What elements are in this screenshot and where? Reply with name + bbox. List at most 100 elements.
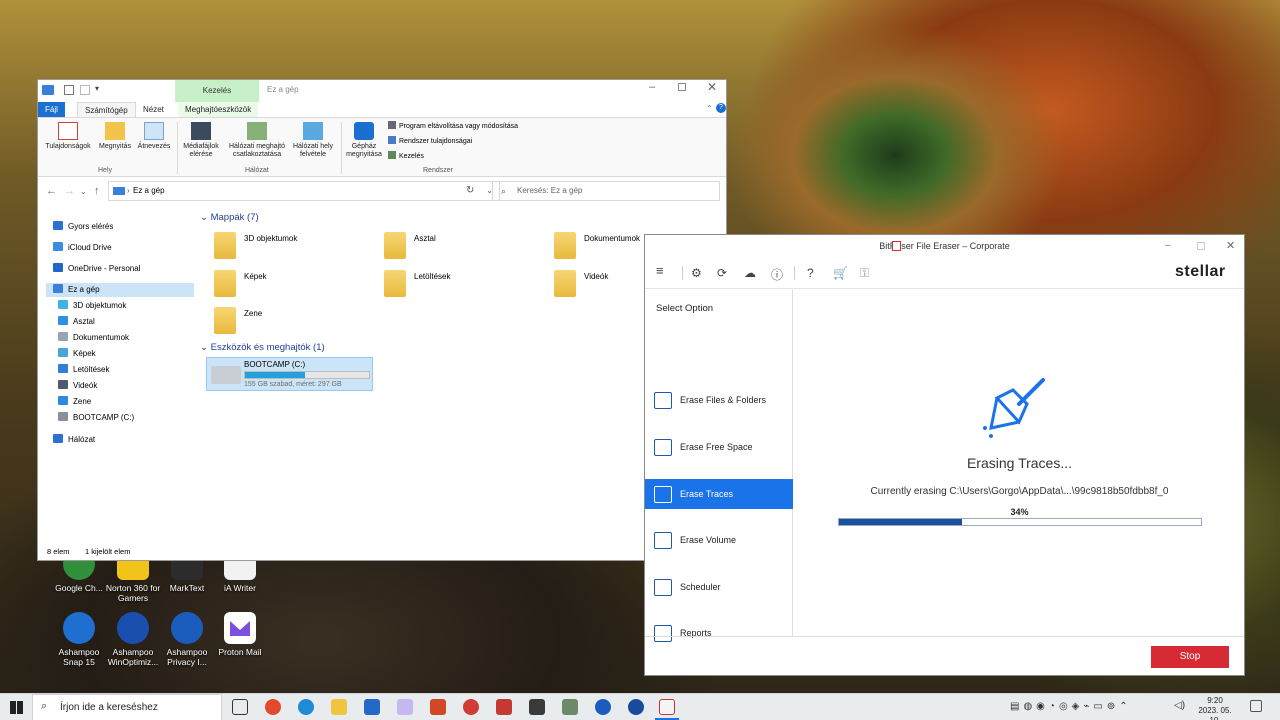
tab-drive-tools[interactable]: Meghajtóeszközök <box>178 102 259 117</box>
map-network-drive-button[interactable]: Hálózati meghajtó csatlakoztatása <box>224 122 290 159</box>
gear-icon <box>354 122 374 140</box>
sidebar-item[interactable]: Letöltések <box>58 363 109 377</box>
menu-erase-files-folders[interactable]: Erase Files & Folders <box>645 385 793 415</box>
button-label: Rendszer tulajdonságai <box>399 138 473 145</box>
edge-taskbar-icon[interactable] <box>298 699 314 715</box>
footer-divider <box>645 636 1244 637</box>
open-settings-button[interactable]: Gépház megnyitása <box>343 122 385 159</box>
system-properties-button[interactable]: Rendszer tulajdonságai <box>388 136 472 145</box>
desktop-icon-ashampoo-snap[interactable]: Ashampoo Snap 15 <box>50 612 108 667</box>
chevron-up-icon[interactable]: ⌃ <box>706 104 713 113</box>
maximize-button[interactable] <box>1197 242 1205 250</box>
back-arrow-icon[interactable]: ← <box>46 185 57 197</box>
store-taskbar-icon[interactable] <box>364 699 380 715</box>
help-icon[interactable]: ? <box>807 266 814 280</box>
sidebar-item-icon <box>58 412 68 421</box>
sidebar-item[interactable]: iCloud Drive <box>53 241 112 255</box>
sidebar-item[interactable]: OneDrive - Personal <box>53 262 140 276</box>
close-button[interactable]: ✕ <box>707 80 717 94</box>
sidebar-item-icon <box>53 263 63 272</box>
folder-item[interactable]: Letöltések <box>384 270 544 300</box>
search-placeholder: Keresés: Ez a gép <box>517 186 583 195</box>
menu-reports[interactable]: Reports <box>645 618 793 648</box>
sidebar-item[interactable]: Képek <box>58 347 96 361</box>
menu-erase-traces[interactable]: Erase Traces <box>645 479 793 509</box>
app-taskbar-icon[interactable] <box>529 699 545 715</box>
hamburger-menu-icon[interactable]: ≡ <box>656 263 664 278</box>
add-network-location-button[interactable]: Hálózati hely felvétele <box>288 122 338 159</box>
folder-item[interactable]: Zene <box>214 307 374 337</box>
windows-start-icon[interactable] <box>10 701 23 714</box>
folders-section-header[interactable]: ⌄ Mappák (7) <box>200 212 259 223</box>
refresh-icon[interactable]: ↻ <box>466 185 474 196</box>
tab-view[interactable]: Nézet <box>136 102 171 117</box>
system-tray[interactable]: ▤◍◉◔◎◈⌁▭⊚⌃ <box>1010 701 1132 712</box>
sidebar-item[interactable]: Videók <box>58 379 97 393</box>
sidebar-item[interactable]: 3D objektumok <box>58 299 126 313</box>
sidebar-item[interactable]: BOOTCAMP (C:) <box>58 411 134 425</box>
search-input[interactable]: ⌕ Keresés: Ez a gép <box>492 181 720 201</box>
manage-button[interactable]: Kezelés <box>388 151 424 160</box>
rename-button[interactable]: Átnevezés <box>134 122 174 151</box>
refresh-icon[interactable]: ⟳ <box>717 266 727 280</box>
uninstall-program-button[interactable]: Program eltávolítása vagy módosítása <box>388 121 518 130</box>
speaker-icon[interactable]: ◁) <box>1174 700 1185 711</box>
app-taskbar-icon[interactable] <box>562 699 578 715</box>
sidebar-item[interactable]: Ez a gép <box>46 283 194 297</box>
task-view-icon[interactable] <box>232 699 248 715</box>
chevron-down-icon[interactable]: ⌄ <box>80 187 87 196</box>
notifications-icon[interactable] <box>1250 700 1262 712</box>
menu-scheduler[interactable]: Scheduler <box>645 572 793 602</box>
sidebar-item[interactable]: Asztal <box>58 315 95 329</box>
cloud-icon[interactable]: ☁ <box>744 266 756 280</box>
drives-section-header[interactable]: ⌄ Eszközök és meghajtók (1) <box>200 342 325 353</box>
key-icon[interactable]: ⚿ <box>860 266 869 281</box>
sidebar-item[interactable]: Dokumentumok <box>58 331 129 345</box>
minimize-button[interactable]: – <box>649 81 655 93</box>
folder-item[interactable]: Asztal <box>384 232 544 262</box>
menu-erase-volume[interactable]: Erase Volume <box>645 525 793 555</box>
forward-arrow-icon[interactable]: → <box>64 185 75 197</box>
properties-quick-icon[interactable] <box>64 85 74 95</box>
info-icon[interactable]: ⓘ <box>771 266 783 283</box>
app-taskbar-icon[interactable] <box>628 699 644 715</box>
todoist-taskbar-icon[interactable] <box>496 699 512 715</box>
folder-item[interactable]: 3D objektumok <box>214 232 374 262</box>
customize-quick-access-icon[interactable]: ▾ <box>95 84 99 93</box>
sidebar-item[interactable]: Zene <box>58 395 91 409</box>
cart-icon[interactable]: 🛒 <box>833 266 848 280</box>
file-explorer-taskbar-icon[interactable] <box>331 699 347 715</box>
close-button[interactable]: ✕ <box>1226 235 1235 257</box>
powerpoint-taskbar-icon[interactable] <box>430 699 446 715</box>
desktop-icon-protonmail[interactable]: Proton Mail <box>211 612 269 657</box>
new-folder-quick-icon[interactable] <box>80 85 90 95</box>
drive-item[interactable]: BOOTCAMP (C:) 155 GB szabad, méret: 297 … <box>206 357 373 391</box>
bitraser-taskbar-icon[interactable] <box>659 699 675 715</box>
ribbon-tabs: Fájl Számítógép Nézet Meghajtóeszközök ⌃… <box>38 102 726 117</box>
up-arrow-icon[interactable]: ↑ <box>94 185 100 197</box>
minimize-button[interactable]: – <box>1165 235 1171 257</box>
ashampoo-taskbar-icon[interactable] <box>595 699 611 715</box>
app-taskbar-icon[interactable] <box>463 699 479 715</box>
chevron-right-icon: › <box>127 186 130 195</box>
address-bar[interactable]: › Ez a gép ⌄ <box>108 181 500 201</box>
maximize-button[interactable] <box>678 83 686 91</box>
stop-button[interactable]: Stop <box>1151 646 1229 668</box>
menu-erase-free-space[interactable]: Erase Free Space <box>645 432 793 462</box>
sidebar-item[interactable]: Gyors elérés <box>53 220 113 234</box>
tab-file[interactable]: Fájl <box>38 102 65 117</box>
help-icon[interactable]: ? <box>716 103 726 113</box>
chrome-taskbar-icon[interactable] <box>265 699 281 715</box>
settings-icon[interactable]: ⚙ <box>691 266 702 280</box>
tab-computer[interactable]: Számítógép <box>77 102 136 117</box>
folder-item[interactable]: Képek <box>214 270 374 300</box>
open-button[interactable]: Megnyitás <box>95 122 135 151</box>
media-access-button[interactable]: Médiafájlok elérése <box>178 122 224 159</box>
sidebar-item[interactable]: Hálózat <box>53 433 95 447</box>
desktop-icon-ashampoo-winoptimizer[interactable]: Ashampoo WinOptimiz... <box>104 612 162 667</box>
properties-button[interactable]: Tulajdonságok <box>42 122 94 151</box>
itunes-taskbar-icon[interactable] <box>397 699 413 715</box>
clock[interactable]: 9:202023. 05. 10. <box>1195 696 1235 720</box>
taskbar-search-input[interactable]: ⌕ Írjon ide a kereséshez <box>32 694 222 720</box>
desktop-icon-ashampoo-privacy[interactable]: Ashampoo Privacy I... <box>158 612 216 667</box>
